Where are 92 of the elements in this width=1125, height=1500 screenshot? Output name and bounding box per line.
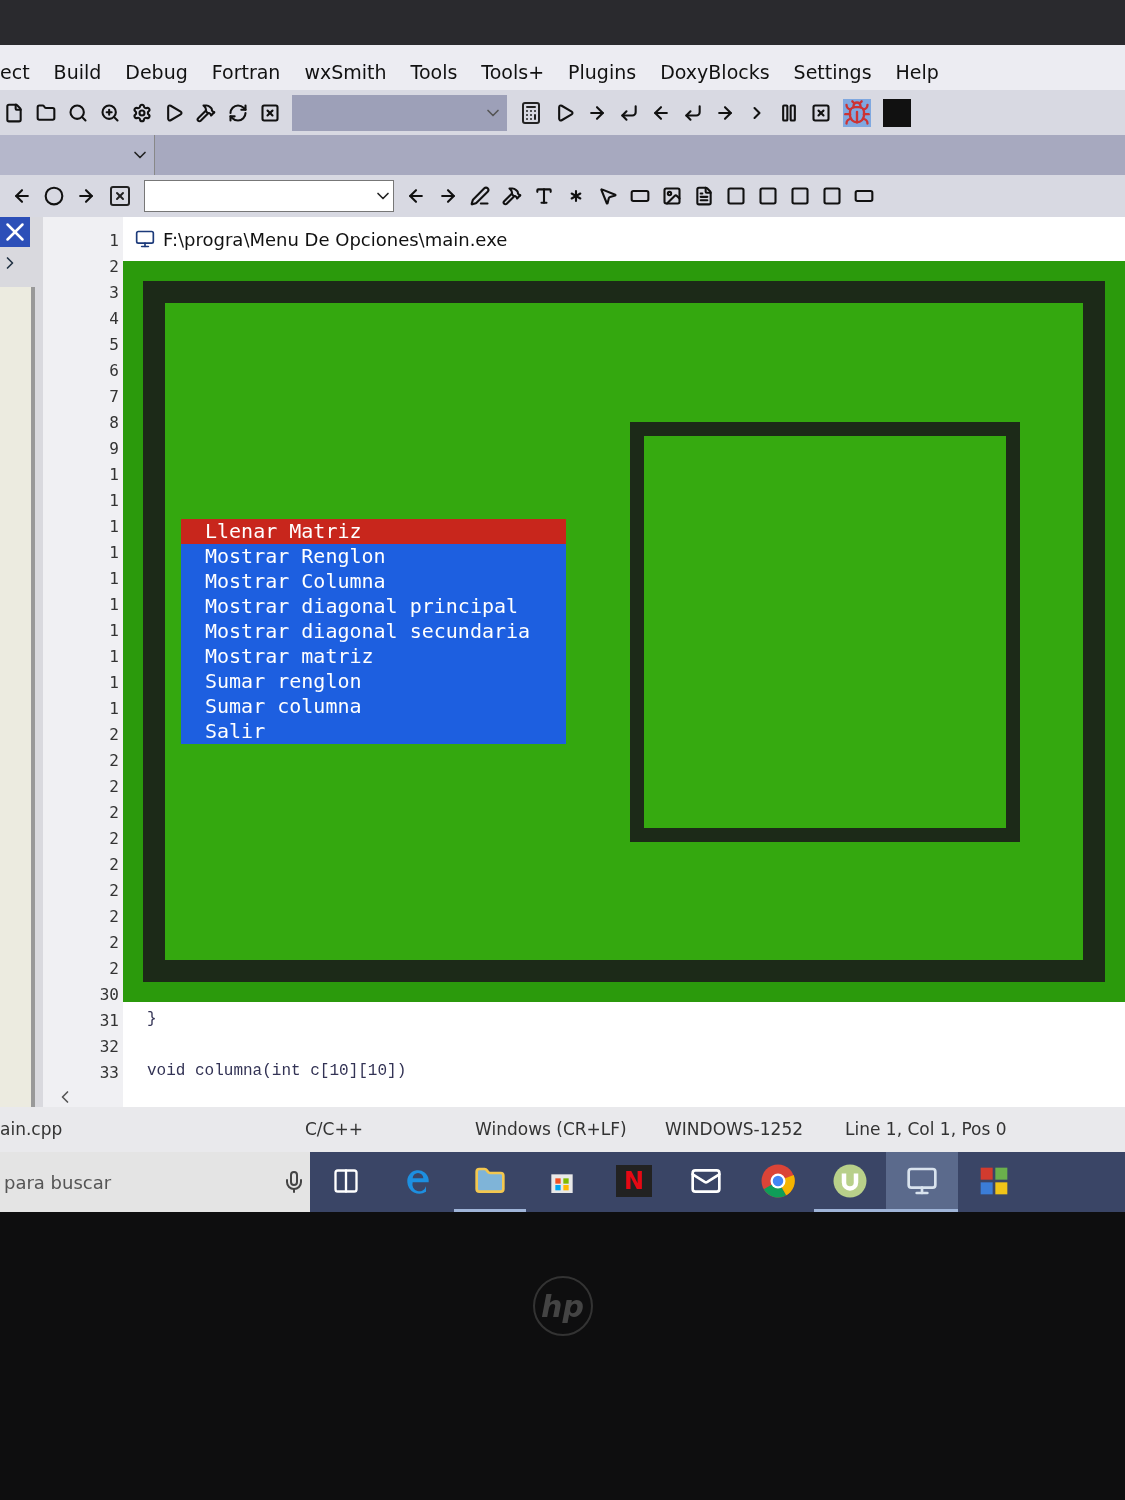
- panel-icon[interactable]: [822, 186, 842, 206]
- code-line: void columna(int c[10][10]): [147, 1061, 407, 1082]
- step-icon[interactable]: [683, 102, 703, 123]
- pointer-icon[interactable]: [598, 186, 618, 206]
- status-encoding: WINDOWS-1252: [665, 1117, 804, 1141]
- open-file-icon[interactable]: [36, 102, 56, 123]
- line-number: 32: [99, 1036, 119, 1058]
- line-number: 1: [109, 672, 119, 694]
- gear-icon[interactable]: [132, 102, 152, 123]
- code-line: }: [147, 1009, 157, 1030]
- search-input[interactable]: para buscar: [4, 1168, 224, 1196]
- play-icon[interactable]: [164, 102, 184, 123]
- console-icon: [135, 229, 155, 249]
- text-icon[interactable]: [534, 186, 554, 206]
- panel-icon[interactable]: [758, 186, 778, 206]
- line-number: 9: [109, 438, 119, 460]
- menu-item[interactable]: DoxyBlocks: [660, 57, 770, 86]
- line-number: 2: [109, 932, 119, 954]
- file-tab[interactable]: ain.cpp: [0, 1116, 305, 1143]
- window-title: F:\progra\Menu De Opciones\main.exe: [163, 227, 508, 252]
- menu-item[interactable]: Help: [895, 57, 939, 86]
- pen-icon[interactable]: [470, 186, 490, 206]
- line-number: 33: [99, 1062, 119, 1084]
- line-number: 1: [109, 542, 119, 564]
- line-number: 5: [109, 334, 119, 356]
- line-number: 1: [109, 594, 119, 616]
- menu-item[interactable]: Settings: [793, 57, 872, 86]
- line-number: 2: [109, 854, 119, 876]
- close-square-icon[interactable]: [108, 184, 132, 208]
- line-number: 2: [109, 906, 119, 928]
- close-square-icon[interactable]: [260, 102, 280, 123]
- tool-icon[interactable]: [502, 186, 522, 206]
- panel-icon[interactable]: [726, 186, 746, 206]
- square-icon[interactable]: [883, 98, 911, 127]
- step-icon[interactable]: [619, 102, 639, 123]
- menu-item[interactable]: Plugins: [568, 57, 637, 86]
- calculator-icon[interactable]: [519, 100, 543, 125]
- status-language: C/C++: [305, 1117, 364, 1141]
- line-number: 4: [109, 308, 119, 330]
- taskbar-button[interactable]: [886, 1152, 958, 1212]
- menu-item[interactable]: Debug: [125, 57, 188, 86]
- panel-icon[interactable]: [790, 186, 810, 206]
- line-number: 1: [109, 230, 119, 252]
- line-number: 2: [109, 776, 119, 798]
- menu-item[interactable]: Fortran: [211, 57, 281, 86]
- line-number: 1: [109, 646, 119, 668]
- search-dropdown[interactable]: [144, 180, 394, 212]
- line-number: 6: [109, 360, 119, 382]
- new-file-icon[interactable]: [4, 102, 24, 123]
- zoom-icon[interactable]: [100, 102, 120, 123]
- circle-logo-icon: [832, 1162, 868, 1199]
- play-icon[interactable]: [555, 102, 575, 123]
- line-number: 2: [109, 958, 119, 980]
- taskbar-search-field[interactable]: para buscar: [0, 1152, 310, 1212]
- menu-item[interactable]: wxSmith: [304, 57, 387, 86]
- menu-item[interactable]: Tools: [410, 57, 458, 86]
- status-line-endings: Windows (CR+LF): [475, 1117, 628, 1141]
- pause-icon[interactable]: [779, 102, 799, 123]
- console-menu-item[interactable]: Llenar Matriz: [181, 519, 566, 544]
- close-icon[interactable]: [0, 217, 30, 247]
- bug-icon[interactable]: [843, 98, 871, 127]
- search-icon[interactable]: [68, 102, 88, 123]
- line-number: 1: [109, 698, 119, 720]
- refresh-icon[interactable]: [228, 102, 248, 123]
- line-number: 31: [99, 1010, 119, 1032]
- menu-item[interactable]: ect: [0, 57, 30, 86]
- line-number: 2: [109, 828, 119, 850]
- line-number: 2: [109, 724, 119, 746]
- dot-icon[interactable]: [44, 186, 64, 206]
- line-number: 2: [109, 880, 119, 902]
- line-number: 1: [109, 568, 119, 590]
- status-position: Line 1, Col 1, Pos 0: [845, 1117, 1007, 1141]
- line-number: 1: [109, 490, 119, 512]
- line-number: 1: [109, 516, 119, 538]
- line-number: 2: [109, 750, 119, 772]
- line-number: 3: [109, 282, 119, 304]
- line-number: 1: [109, 620, 119, 642]
- document-icon[interactable]: [694, 186, 714, 206]
- line-number: 2: [109, 802, 119, 824]
- netflix-tile: N: [615, 1164, 653, 1197]
- line-number: 2: [109, 256, 119, 278]
- task-view-icon: [332, 1166, 360, 1195]
- line-number: 1: [109, 464, 119, 486]
- round-logo-icon: [760, 1162, 796, 1199]
- close-square-icon[interactable]: [811, 102, 831, 123]
- menu-item[interactable]: Tools+: [481, 57, 545, 86]
- menu-item[interactable]: Build: [53, 57, 102, 86]
- line-number: 8: [109, 412, 119, 434]
- line-number: 7: [109, 386, 119, 408]
- image-icon[interactable]: [662, 186, 682, 206]
- hammer-icon[interactable]: [196, 102, 216, 123]
- line-number: 30: [99, 984, 119, 1006]
